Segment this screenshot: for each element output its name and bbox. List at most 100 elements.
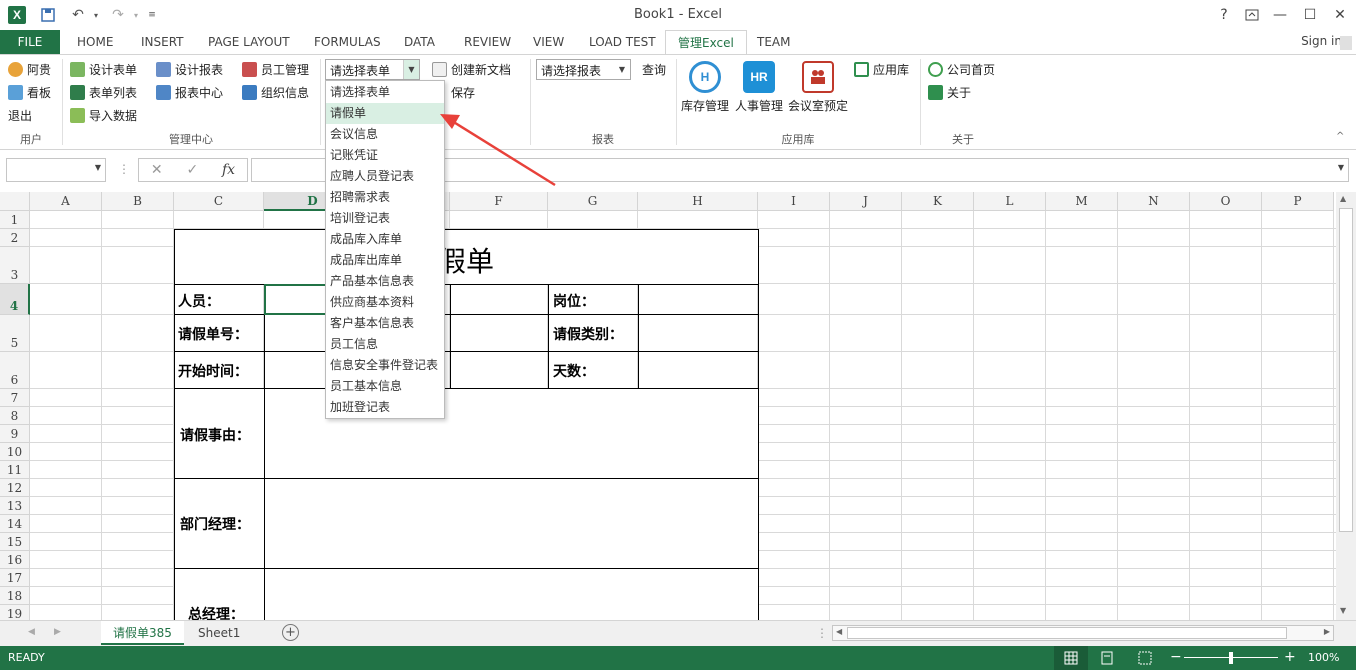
- tab-manage-excel[interactable]: 管理Excel: [665, 30, 747, 55]
- form-dropdown-list[interactable]: 请选择表单 请假单 会议信息 记账凭证 应聘人员登记表 招聘需求表 培训登记表 成品库入库单成…: [325, 80, 445, 419]
- tab-home[interactable]: HOME: [65, 30, 125, 54]
- scroll-up-icon[interactable]: ▲: [1340, 194, 1346, 203]
- vertical-scrollbar[interactable]: ▲ ▼: [1336, 192, 1356, 620]
- account-icon[interactable]: [1340, 36, 1352, 50]
- chevron-down-icon[interactable]: ▼: [95, 163, 101, 172]
- row-header-16[interactable]: 16: [0, 551, 30, 569]
- dashboard-button[interactable]: 看板: [8, 82, 51, 102]
- add-sheet-icon[interactable]: +: [282, 624, 299, 641]
- form-select[interactable]: 请选择表单 ▼: [325, 59, 420, 80]
- row-header-4[interactable]: 4: [0, 284, 30, 315]
- row-header-2[interactable]: 2: [0, 229, 30, 247]
- dropdown-option[interactable]: 产品基本信息表: [326, 271, 444, 292]
- row-header-19[interactable]: 19: [0, 605, 30, 620]
- dropdown-option[interactable]: 成品库出库单: [326, 250, 444, 271]
- dropdown-option[interactable]: 加班登记表: [326, 397, 444, 418]
- row-header-3[interactable]: 3: [0, 247, 30, 284]
- horizontal-scrollbar[interactable]: ◀ ▶: [832, 625, 1334, 641]
- column-header-k[interactable]: K: [902, 192, 974, 211]
- dropdown-option[interactable]: 员工基本信息: [326, 376, 444, 397]
- sheet-tab-sheet1[interactable]: Sheet1: [186, 621, 252, 645]
- column-header-h[interactable]: H: [638, 192, 758, 211]
- chevron-down-icon[interactable]: ▼: [614, 60, 630, 79]
- undo-dropdown-icon[interactable]: ▾: [86, 5, 106, 25]
- normal-view-button[interactable]: [1054, 646, 1088, 670]
- import-data-button[interactable]: 导入数据: [70, 105, 137, 125]
- report-select[interactable]: 请选择报表 ▼: [536, 59, 631, 80]
- row-header-13[interactable]: 13: [0, 497, 30, 515]
- row-header-14[interactable]: 14: [0, 515, 30, 533]
- row-header-7[interactable]: 7: [0, 389, 30, 407]
- row-header-11[interactable]: 11: [0, 461, 30, 479]
- scroll-right-icon[interactable]: ▶: [1324, 627, 1330, 636]
- row-header-8[interactable]: 8: [0, 407, 30, 425]
- dropdown-option[interactable]: 招聘需求表: [326, 187, 444, 208]
- column-header-n[interactable]: N: [1118, 192, 1190, 211]
- dropdown-option[interactable]: 会议信息: [326, 124, 444, 145]
- redo-icon[interactable]: ↷: [108, 5, 128, 25]
- column-header-c[interactable]: C: [174, 192, 264, 211]
- tab-formulas[interactable]: FORMULAS: [302, 30, 393, 54]
- dropdown-option[interactable]: 客户基本信息表: [326, 313, 444, 334]
- dropdown-option[interactable]: 员工信息: [326, 334, 444, 355]
- minimize-button[interactable]: —: [1268, 5, 1292, 25]
- customize-qat-icon[interactable]: ≡: [142, 5, 162, 25]
- tab-split-grip-icon[interactable]: ⋮: [816, 626, 828, 640]
- create-document-button[interactable]: 创建新文档: [432, 59, 511, 79]
- form-list-button[interactable]: 表单列表: [70, 82, 137, 102]
- tab-insert[interactable]: INSERT: [129, 30, 196, 54]
- dropdown-option[interactable]: 信息安全事件登记表: [326, 355, 444, 376]
- column-header-p[interactable]: P: [1262, 192, 1334, 211]
- report-center-button[interactable]: 报表中心: [156, 82, 223, 102]
- meeting-room-button[interactable]: 会议室预定: [788, 61, 848, 114]
- org-info-button[interactable]: 组织信息: [242, 82, 309, 102]
- row-header-9[interactable]: 9: [0, 425, 30, 443]
- user-button[interactable]: 阿贵: [8, 59, 51, 79]
- company-home-button[interactable]: 公司首页: [928, 59, 995, 79]
- expand-formula-icon[interactable]: ▼: [1338, 163, 1344, 172]
- scroll-down-icon[interactable]: ▼: [1340, 606, 1346, 615]
- design-form-button[interactable]: 设计表单: [70, 59, 137, 79]
- page-layout-view-icon[interactable]: [1100, 651, 1114, 668]
- zoom-slider-thumb[interactable]: [1229, 652, 1233, 664]
- merged-content-area[interactable]: [265, 389, 758, 620]
- column-header-j[interactable]: J: [830, 192, 902, 211]
- save-icon[interactable]: [38, 5, 58, 25]
- tab-view[interactable]: VIEW: [521, 30, 576, 54]
- scrollbar-thumb[interactable]: [1339, 208, 1353, 532]
- ribbon-display-options-icon[interactable]: [1240, 5, 1264, 25]
- row-header-10[interactable]: 10: [0, 443, 30, 461]
- tab-file[interactable]: FILE: [0, 30, 60, 54]
- dropdown-option[interactable]: 请选择表单: [326, 82, 444, 103]
- chevron-down-icon[interactable]: ▼: [403, 60, 419, 79]
- row-header-1[interactable]: 1: [0, 211, 30, 229]
- row-header-5[interactable]: 5: [0, 315, 30, 352]
- worksheet-grid[interactable]: ABCDEFGHIJKLMNOP 12345678910111213141516…: [0, 192, 1336, 620]
- cancel-icon[interactable]: ✕: [151, 162, 163, 178]
- page-break-view-icon[interactable]: [1138, 651, 1152, 668]
- employee-management-button[interactable]: 员工管理: [242, 59, 309, 79]
- design-report-button[interactable]: 设计报表: [156, 59, 223, 79]
- tab-team[interactable]: TEAM: [745, 30, 802, 54]
- dropdown-option[interactable]: 成品库入库单: [326, 229, 444, 250]
- tab-load-test[interactable]: LOAD TEST: [577, 30, 668, 54]
- sheet-tab-leave-form[interactable]: 请假单385: [101, 621, 184, 645]
- logout-button[interactable]: 退出: [8, 105, 32, 125]
- dropdown-option[interactable]: 记账凭证: [326, 145, 444, 166]
- horizontal-scrollbar-thumb[interactable]: [847, 627, 1287, 639]
- zoom-level[interactable]: 100%: [1308, 651, 1339, 664]
- dropdown-option[interactable]: 应聘人员登记表: [326, 166, 444, 187]
- hr-management-button[interactable]: HR 人事管理: [735, 61, 783, 114]
- about-button[interactable]: 关于: [928, 82, 971, 102]
- zoom-in-icon[interactable]: +: [1284, 649, 1296, 665]
- row-header-17[interactable]: 17: [0, 569, 30, 587]
- help-button[interactable]: ?: [1212, 5, 1236, 25]
- tab-review[interactable]: REVIEW: [452, 30, 523, 54]
- sign-in-link[interactable]: Sign in: [1301, 34, 1342, 48]
- undo-icon[interactable]: ↶: [68, 5, 88, 25]
- query-button[interactable]: 查询: [642, 59, 666, 79]
- tab-page-layout[interactable]: PAGE LAYOUT: [196, 30, 302, 54]
- column-header-a[interactable]: A: [30, 192, 102, 211]
- column-header-b[interactable]: B: [102, 192, 174, 211]
- prev-sheet-icon[interactable]: ◀: [28, 627, 35, 637]
